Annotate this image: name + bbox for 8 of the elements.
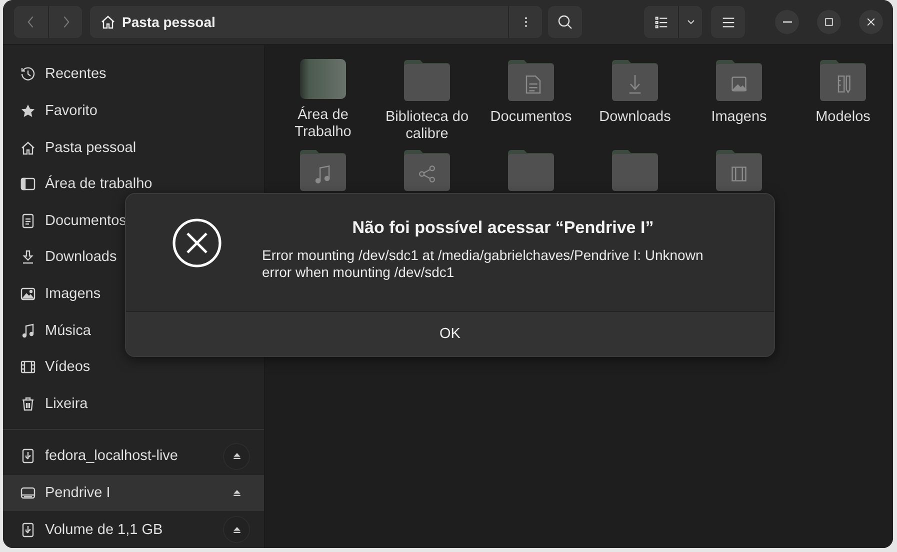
folder-name: Biblioteca do calibre bbox=[384, 109, 470, 143]
folder-name: Documentos bbox=[489, 109, 573, 126]
folder-name: Modelos bbox=[814, 109, 872, 126]
folder-name: Imagens bbox=[710, 109, 768, 126]
folder-name: Área de Trabalho bbox=[294, 107, 352, 141]
error-message: Error mounting /dev/sdc1 at /media/gabrielchaves/Pendrive I: Unknown error when mounting /dev/sdc1 bbox=[262, 247, 704, 281]
dialog-title: Não foi possível acessar “Pendrive I” bbox=[352, 218, 654, 238]
folder-name: Downloads bbox=[598, 109, 672, 126]
